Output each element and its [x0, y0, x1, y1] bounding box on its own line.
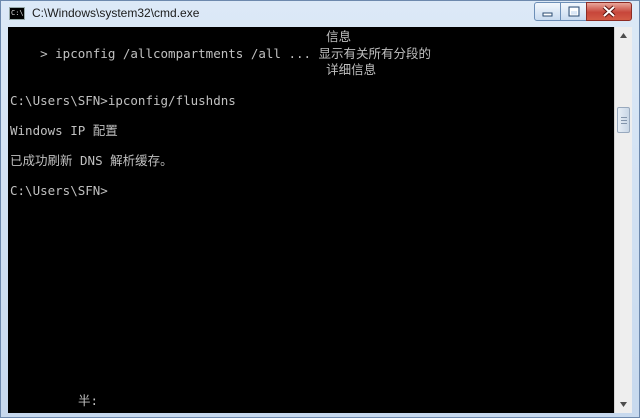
cmd-window: C:\ C:\Windows\system32\cmd.exe 信息 > ipc…: [0, 0, 640, 418]
arrow-down-icon: [620, 402, 627, 407]
cmd-icon[interactable]: C:\: [9, 7, 25, 20]
ime-status: 半:: [78, 393, 99, 408]
arrow-up-icon: [620, 33, 627, 38]
console-line: 信息: [10, 29, 352, 44]
maximize-icon: [568, 6, 580, 17]
minimize-icon: [542, 12, 553, 17]
console-output[interactable]: 信息 > ipconfig /allcompartments /all ... …: [8, 27, 614, 413]
console-line: C:\Users\SFN>: [10, 183, 108, 198]
scroll-down-button[interactable]: [615, 396, 632, 413]
console-line: Windows IP 配置: [10, 123, 118, 138]
window-title: C:\Windows\system32\cmd.exe: [32, 6, 200, 20]
console-line: 已成功刷新 DNS 解析缓存。: [10, 153, 173, 168]
maximize-button[interactable]: [560, 2, 587, 21]
console-line: > ipconfig /allcompartments /all ... 显示有…: [10, 46, 432, 61]
close-button[interactable]: [586, 2, 632, 21]
vertical-scrollbar[interactable]: [614, 27, 632, 413]
minimize-button[interactable]: [534, 2, 561, 21]
scroll-thumb[interactable]: [617, 107, 630, 133]
console-line: C:\Users\SFN>ipconfig/flushdns: [10, 93, 236, 108]
scroll-up-button[interactable]: [615, 27, 632, 44]
console-line: 详细信息: [10, 62, 377, 77]
title-bar[interactable]: C:\ C:\Windows\system32\cmd.exe: [1, 1, 639, 27]
close-icon: [602, 5, 616, 18]
